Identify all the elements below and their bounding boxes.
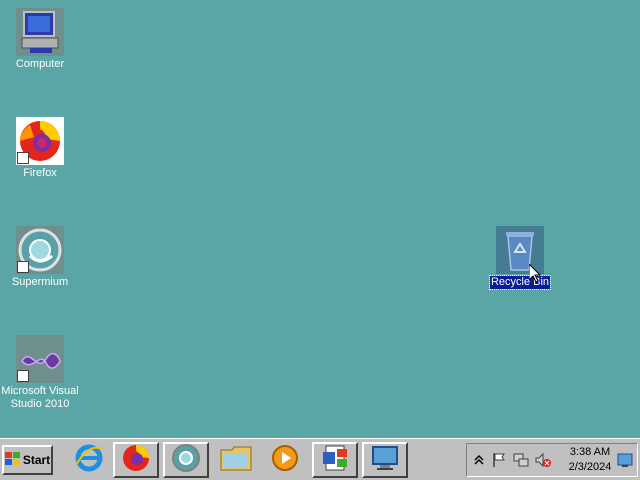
network-icon[interactable] <box>513 452 529 468</box>
show-desktop-icon[interactable] <box>617 452 633 468</box>
taskbar-media-player[interactable] <box>262 442 308 478</box>
desktop-icon-recycle-bin[interactable]: Recycle Bin <box>480 226 560 290</box>
shortcut-arrow-icon <box>17 370 29 382</box>
computer-icon <box>16 8 64 56</box>
taskbar-remote-desktop[interactable] <box>362 442 408 478</box>
clock-time: 3:38 AM <box>569 446 611 458</box>
mouse-cursor-icon <box>528 262 542 283</box>
desktop-icon-label: Firefox <box>23 167 57 179</box>
shortcut-arrow-icon <box>17 261 29 273</box>
supermium-icon <box>171 443 201 478</box>
taskbar-supermium[interactable] <box>163 442 209 478</box>
flag-icon[interactable] <box>491 452 507 468</box>
taskbar-word-document[interactable] <box>312 442 358 478</box>
windows-logo-icon <box>4 451 21 469</box>
taskbar-file-explorer[interactable] <box>213 442 259 478</box>
volume-muted-icon[interactable] <box>535 452 551 468</box>
taskbar: Start 3:38 AM 2/3/2024 <box>0 438 640 480</box>
firefox-icon <box>121 443 151 478</box>
start-button[interactable]: Start <box>2 445 53 475</box>
chevron-up-icon[interactable] <box>471 452 487 468</box>
desktop-icon-label: Recycle Bin <box>488 275 552 290</box>
desktop-icon-label: Computer <box>15 58 65 70</box>
desktop-icon-label: Microsoft Visual Studio 2010 <box>1 385 79 410</box>
word-document-icon <box>320 443 350 478</box>
file-explorer-icon <box>220 444 252 477</box>
desktop-icon-computer[interactable]: Computer <box>0 8 80 71</box>
system-tray: 3:38 AM 2/3/2024 <box>466 443 638 477</box>
taskbar-internet-explorer[interactable] <box>66 442 112 478</box>
supermium-icon <box>16 226 64 274</box>
clock[interactable]: 3:38 AM 2/3/2024 <box>565 445 615 475</box>
firefox-icon <box>16 117 64 165</box>
desktop-icon-supermium[interactable]: Supermium <box>0 226 80 289</box>
start-label: Start <box>22 453 51 467</box>
media-player-icon <box>270 443 300 478</box>
desktop-icon-label: Supermium <box>11 276 69 288</box>
shortcut-arrow-icon <box>17 152 29 164</box>
desktop-icon-firefox[interactable]: Firefox <box>0 117 80 180</box>
visual-studio-icon <box>16 335 64 383</box>
clock-date: 2/3/2024 <box>568 461 612 473</box>
desktop-icon-visual-studio[interactable]: Microsoft Visual Studio 2010 <box>0 335 80 411</box>
internet-explorer-icon <box>74 443 104 478</box>
remote-desktop-icon <box>370 443 400 478</box>
taskbar-firefox[interactable] <box>113 442 159 478</box>
